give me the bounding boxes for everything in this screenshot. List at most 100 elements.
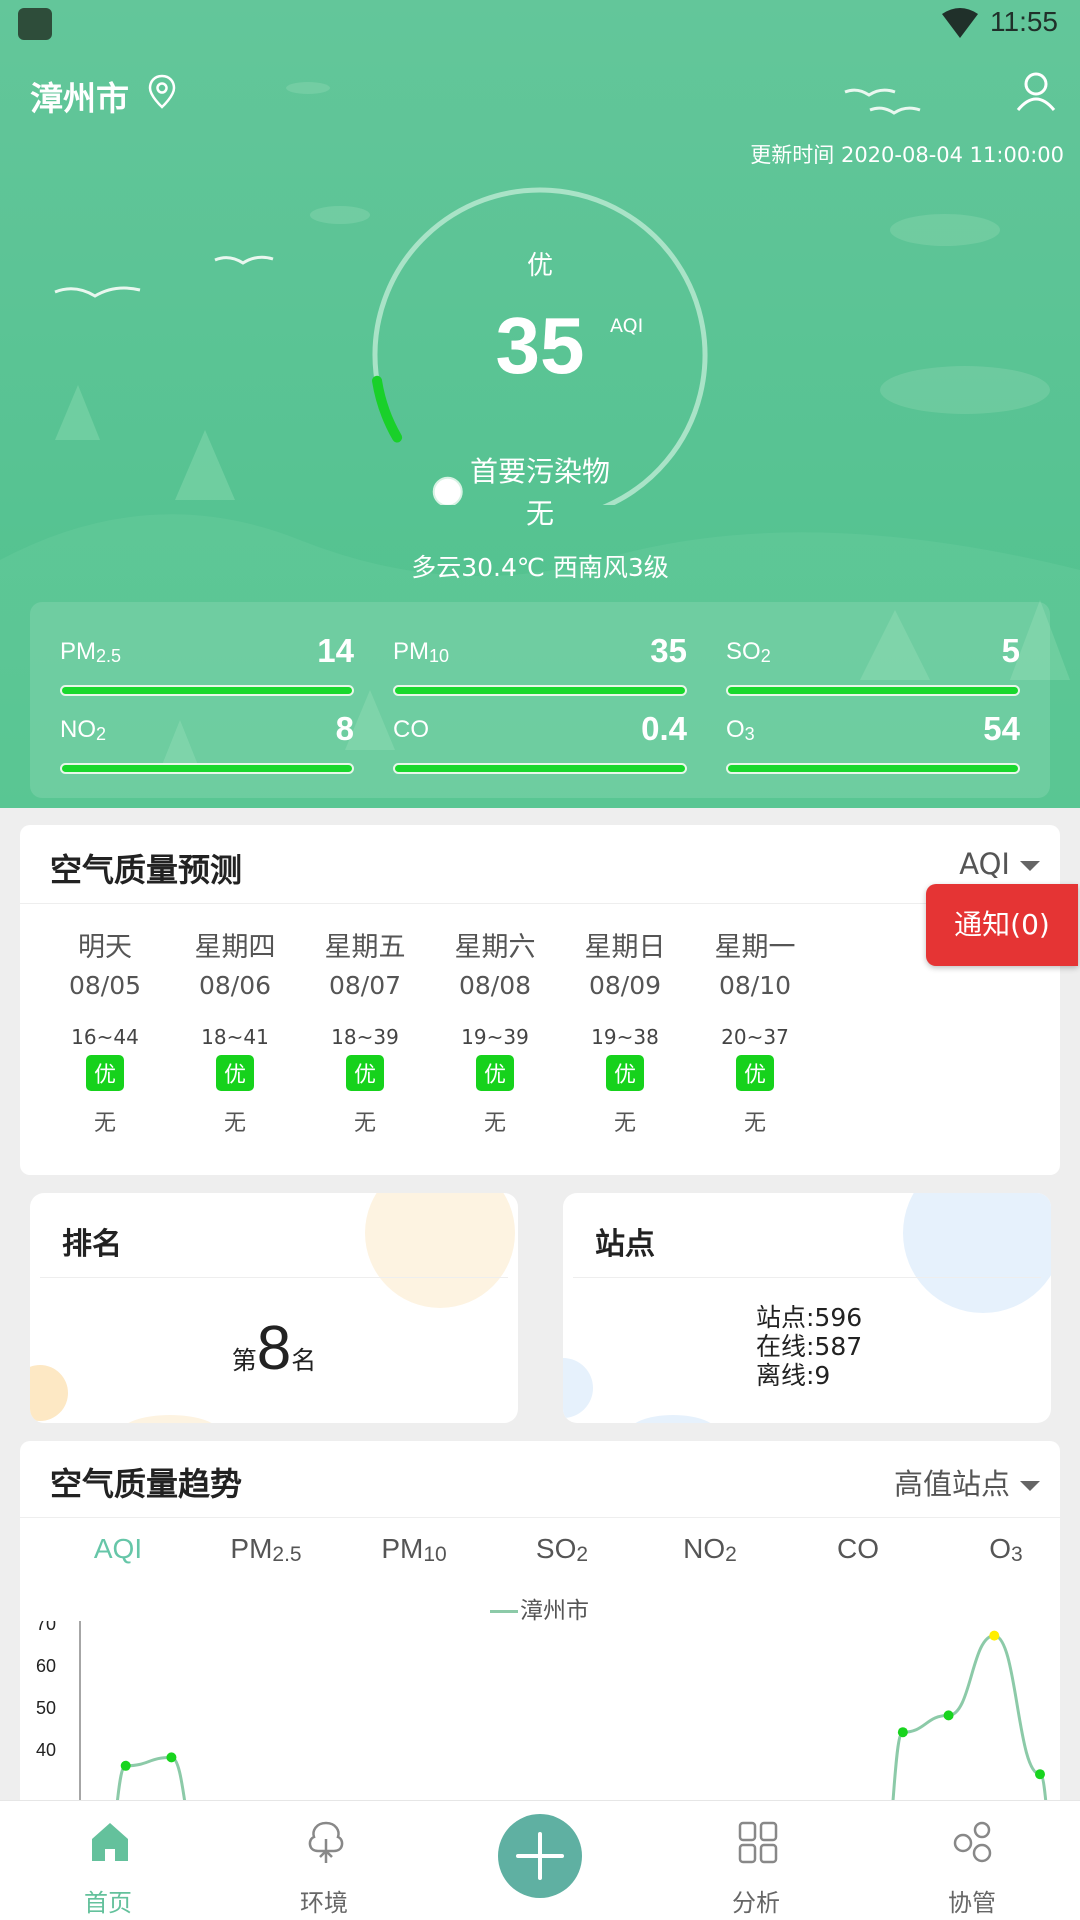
divider <box>573 1277 1041 1278</box>
forecast-range: 19~39 <box>461 1025 529 1049</box>
tab-no2[interactable]: NO2 <box>636 1533 784 1567</box>
nav-label: 协管 <box>948 1889 996 1917</box>
forecast-day: 星期一 08/10 20~37 优 无 <box>690 925 820 1137</box>
data-point <box>897 1727 908 1738</box>
pollutant-name: SO2 <box>726 638 771 666</box>
tab-pm25[interactable]: PM2.5 <box>192 1533 340 1567</box>
pollutant-so2[interactable]: SO2 5 <box>726 630 1020 696</box>
forecast-date: 08/05 <box>68 971 142 1000</box>
add-button[interactable] <box>498 1814 582 1898</box>
pollutant-value: 35 <box>650 632 687 669</box>
app-notification-icon <box>18 8 52 40</box>
pollutant-co[interactable]: CO 0.4 <box>393 708 687 774</box>
data-point <box>166 1752 177 1763</box>
forecast-date: 08/07 <box>328 971 402 1000</box>
ranking-value: 第8名 <box>231 1314 317 1383</box>
nav-environment[interactable]: 环境 <box>254 1801 394 1920</box>
primary-pollutant-label: 首要污染物 <box>469 455 610 488</box>
pollutant-no2[interactable]: NO2 8 <box>60 708 354 774</box>
site-stats: 站点:596 在线:587 离线:9 <box>756 1303 862 1390</box>
y-tick-label: 40 <box>36 1740 56 1760</box>
pollutant-bar <box>60 685 354 696</box>
legend-line <box>490 1610 518 1613</box>
data-point <box>120 1760 131 1771</box>
trend-card: 空气质量趋势 高值站点 AQI PM2.5 PM10 SO2 NO2 CO O3… <box>20 1441 1060 1841</box>
tab-so2[interactable]: SO2 <box>488 1533 636 1567</box>
forecast-date: 08/09 <box>588 971 662 1000</box>
nav-home[interactable]: 首页 <box>38 1801 178 1920</box>
pollutant-bar <box>726 685 1020 696</box>
ranking-title: 排名 <box>62 1227 122 1262</box>
forecast-day-name: 明天 <box>78 932 132 963</box>
tab-co[interactable]: CO <box>784 1533 932 1567</box>
home-icon <box>92 1823 128 1861</box>
nav-cooperation[interactable]: 协管 <box>902 1801 1042 1920</box>
nav-analysis[interactable]: 分析 <box>686 1801 826 1920</box>
forecast-level-badge: 优 <box>605 1055 644 1091</box>
tab-pm10[interactable]: PM10 <box>340 1533 488 1567</box>
forecast-card: 空气质量预测 AQI 明天 08/05 16~44 优 无 星期四 08/06 … <box>20 825 1060 1175</box>
site-title: 站点 <box>595 1227 655 1262</box>
clock: 11:55 <box>990 6 1058 37</box>
notification-button[interactable]: 通知(0) <box>926 884 1078 966</box>
wifi-icon <box>942 8 978 38</box>
forecast-day-name: 星期五 <box>324 932 406 963</box>
site-card[interactable]: 站点 站点:596 在线:587 离线:9 <box>563 1193 1051 1423</box>
forecast-day: 明天 08/05 16~44 优 无 <box>40 925 170 1137</box>
forecast-day: 星期五 08/07 18~39 优 无 <box>300 925 430 1137</box>
forecast-pollutant: 无 <box>93 1111 116 1136</box>
forecast-level-badge: 优 <box>215 1055 254 1091</box>
chart-legend: 漳州市 <box>490 1591 589 1625</box>
plus-icon <box>516 1832 564 1880</box>
pollutant-bar <box>393 685 687 696</box>
forecast-type-dropdown[interactable]: AQI <box>959 847 1040 881</box>
divider <box>20 1517 1060 1518</box>
aqi-value: 35 <box>495 301 585 390</box>
forecast-day-name: 星期一 <box>714 932 796 963</box>
pollutant-pm25[interactable]: PM2.5 14 <box>60 630 354 696</box>
location-pin-icon[interactable] <box>147 74 177 110</box>
aqi-level: 优 <box>526 251 553 281</box>
tab-aqi[interactable]: AQI <box>44 1533 192 1567</box>
user-profile-icon[interactable] <box>1015 70 1057 112</box>
forecast-range: 20~37 <box>721 1025 789 1049</box>
update-time: 更新时间 2020-08-04 11:00:00 <box>750 143 1064 167</box>
site-offline: 离线:9 <box>756 1361 831 1390</box>
forecast-date: 08/06 <box>198 971 272 1000</box>
forecast-level-badge: 优 <box>345 1055 384 1091</box>
forecast-pollutant: 无 <box>483 1111 506 1136</box>
forecast-pollutant: 无 <box>223 1111 246 1136</box>
y-tick-label: 60 <box>36 1656 56 1676</box>
y-tick-label: 50 <box>36 1698 56 1718</box>
forecast-day: 星期六 08/08 19~39 优 无 <box>430 925 560 1137</box>
divider <box>20 903 1060 904</box>
pollutant-value: 0.4 <box>641 710 687 747</box>
forecast-day: 星期日 08/09 19~38 优 无 <box>560 925 690 1137</box>
trend-title: 空气质量趋势 <box>50 1465 243 1503</box>
forecast-day-name: 星期六 <box>454 932 536 963</box>
pollutant-bar <box>60 763 354 774</box>
grid-icon <box>738 1821 778 1864</box>
city-name[interactable]: 漳州市 <box>30 72 129 120</box>
tree-icon <box>308 1821 344 1863</box>
forecast-date: 08/10 <box>718 971 792 1000</box>
pollutant-name: O3 <box>726 716 755 744</box>
forecast-pollutant: 无 <box>353 1111 376 1136</box>
ranking-card[interactable]: 排名 第8名 <box>30 1193 518 1423</box>
chevron-down-icon <box>1020 1481 1040 1491</box>
data-point <box>943 1710 954 1721</box>
forecast-level-badge: 优 <box>735 1055 774 1091</box>
pollutant-o3[interactable]: O3 54 <box>726 708 1020 774</box>
pollutant-value: 14 <box>317 632 354 669</box>
header-panel: 11:55 漳州市 更新时间 2020-08-04 11:00:00 优 35 … <box>0 0 1080 808</box>
pollutant-pm10[interactable]: PM10 35 <box>393 630 687 696</box>
weather-info: 多云30.4℃ 西南风3级 <box>411 553 669 582</box>
trend-site-dropdown[interactable]: 高值站点 <box>894 1461 1040 1503</box>
forecast-range: 16~44 <box>71 1025 139 1049</box>
y-tick-label: 70 <box>36 1621 56 1634</box>
forecast-day-name: 星期四 <box>194 932 276 963</box>
primary-pollutant-value: 无 <box>525 497 554 530</box>
pollutant-value: 8 <box>335 710 354 747</box>
forecast-pollutant: 无 <box>613 1111 636 1136</box>
tab-o3[interactable]: O3 <box>932 1533 1060 1567</box>
